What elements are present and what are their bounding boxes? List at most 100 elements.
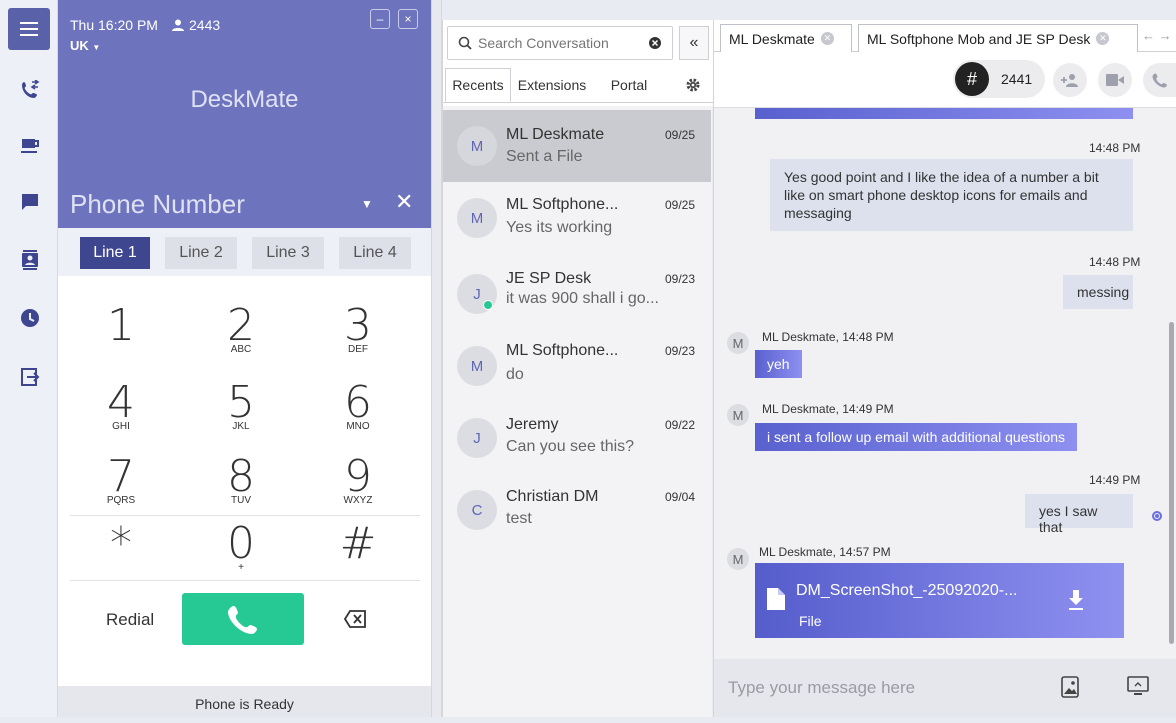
line-1-tab[interactable]: Line 1 [80,237,150,269]
avatar: M [727,548,749,570]
chat-icon[interactable] [20,192,40,212]
close-tab-icon[interactable]: ✕ [820,32,834,45]
key-4[interactable]: 4 GHI [76,381,166,432]
key-3[interactable]: 3 DEF [313,304,403,355]
key-star[interactable]: * [76,522,166,566]
message-bubble-outgoing: Yes good point and I like the idea of a … [770,159,1133,231]
message-scrollbar[interactable] [1169,322,1174,644]
file-name: DM_ScreenShot_-25092020-... [796,582,1018,599]
double-chevron-left-icon: « [689,34,699,51]
conversation-item[interactable]: M ML Softphone... 09/25 Yes its working [443,182,711,254]
close-tab-icon[interactable]: ✕ [1096,32,1110,45]
message-input[interactable] [728,678,1048,698]
key-7[interactable]: 7 PQRS [76,455,166,506]
message-time: 14:49 PM [1089,473,1141,487]
hamburger-menu-icon[interactable] [8,8,50,50]
conversation-item[interactable]: M ML Softphone... 09/23 do [443,326,711,398]
current-time: Thu 16:20 PM [70,17,158,33]
message-time: 14:48 PM [1089,141,1141,155]
conversation-preview: do [506,366,524,383]
conversation-date: 09/04 [665,490,696,504]
line-2-tab[interactable]: Line 2 [165,237,237,269]
hash-icon: # [955,62,989,96]
file-attachment-card[interactable]: DM_ScreenShot_-25092020-... File [755,563,1124,638]
tab-portal[interactable]: Portal [593,68,665,102]
search-input[interactable] [478,35,638,51]
chevron-down-icon[interactable]: ▼ [361,197,373,211]
logout-icon[interactable] [20,367,40,387]
key-8[interactable]: 8 TUV [196,455,286,506]
keypad-divider [70,515,420,516]
video-camera-icon [1106,74,1124,86]
avatar: C [457,490,497,530]
tab-extensions[interactable]: Extensions [511,68,593,102]
panel-separator [431,0,442,717]
avatar: M [457,126,497,166]
redial-button[interactable]: Redial [106,610,154,630]
screen-share-icon[interactable] [1127,676,1149,696]
user-icon [172,19,184,31]
dialer-panel: Thu 16:20 PM 2443 UK ▼ – × DeskMate Phon… [58,0,431,717]
line-4-tab[interactable]: Line 4 [339,237,411,269]
video-call-button[interactable] [1098,63,1132,97]
backspace-button[interactable] [344,610,366,628]
key-9[interactable]: 9 WXYZ [313,455,403,506]
message-list: 14:48 PM Yes good point and I like the i… [714,108,1176,656]
conversation-preview: Sent a File [506,148,583,165]
extension-pill: # 2441 [953,60,1045,98]
conversation-date: 09/25 [665,128,696,142]
conversation-item[interactable]: M ML Deskmate 09/25 Sent a File [443,110,711,182]
minimize-button[interactable]: – [370,9,390,29]
extension-number: 2443 [189,17,221,33]
key-1[interactable]: 1 [76,304,166,348]
coffee-break-icon[interactable] [20,136,40,156]
chat-tab-ml-deskmate[interactable]: ML Deskmate ✕ [720,24,852,52]
gear-icon[interactable] [685,77,701,93]
line-3-tab[interactable]: Line 3 [252,237,324,269]
image-attach-icon[interactable] [1061,676,1079,698]
conversation-item[interactable]: C Christian DM 09/04 test [443,470,711,542]
minimize-icon: – [376,12,384,26]
clear-number-icon[interactable]: ✕ [395,189,413,215]
conversation-name: ML Softphone... [506,196,619,213]
collapse-panel-button[interactable]: « [679,26,709,60]
history-clock-icon[interactable] [20,308,40,328]
tab-underline [443,102,713,103]
conversation-name: Christian DM [506,488,599,505]
close-window-button[interactable]: × [398,9,418,29]
key-2[interactable]: 2 ABC [196,304,286,355]
conversation-name: JE SP Desk [506,270,592,287]
key-5[interactable]: 5 JKL [196,381,286,432]
backspace-icon [344,610,366,628]
call-button[interactable] [182,593,304,645]
clear-search-icon[interactable] [648,36,662,50]
app-rail [0,0,58,717]
conversation-item[interactable]: J Jeremy 09/22 Can you see this? [443,398,711,470]
search-icon [458,36,472,50]
chat-tab-ml-softphone-group[interactable]: ML Softphone Mob and JE SP Desk ✕ [858,24,1138,52]
call-transfer-icon[interactable] [20,80,40,100]
phone-status: Phone is Ready [58,686,431,717]
download-icon[interactable] [1068,590,1084,610]
conversation-date: 09/23 [665,272,696,286]
sender-info: ML Deskmate, 14:57 PM [759,545,891,559]
add-participant-button[interactable] [1053,63,1087,97]
phone-number-input[interactable]: Phone Number [70,189,245,220]
dialer-header: Thu 16:20 PM 2443 UK ▼ – × DeskMate Phon… [58,0,431,228]
read-receipt-icon [1152,511,1162,521]
message-time: 14:48 PM [1089,255,1141,269]
conversation-name: ML Deskmate [506,126,605,143]
region-dropdown[interactable]: UK ▼ [70,38,100,53]
key-6[interactable]: 6 MNO [313,381,403,432]
chat-tab-label: ML Softphone Mob and JE SP Desk [867,30,1091,47]
key-0[interactable]: 0 + [196,522,286,573]
conversation-item[interactable]: J JE SP Desk 09/23 it was 900 shall i go… [443,254,711,326]
chat-extension: 2441 [1001,71,1033,87]
tab-scroll-arrows[interactable]: ← → [1142,28,1172,43]
voice-call-button[interactable] [1143,63,1176,97]
region-label: UK [70,38,89,53]
tab-recents[interactable]: Recents [445,68,511,102]
contacts-icon[interactable] [20,250,40,270]
key-hash[interactable]: # [313,522,403,566]
message-bubble-incoming: yeh [755,350,802,378]
